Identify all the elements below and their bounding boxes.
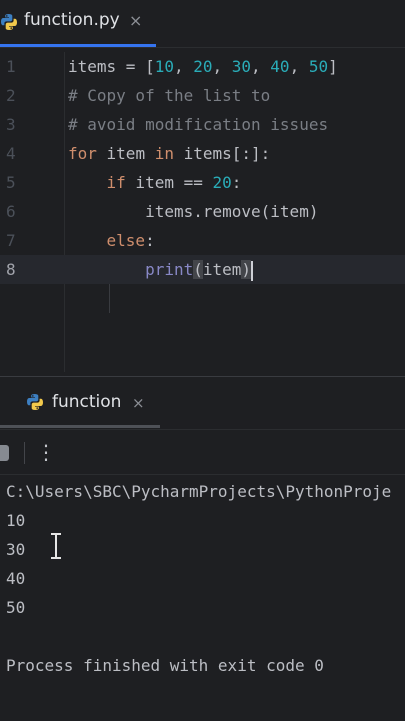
code-editor[interactable]: 1 items = [10, 20, 30, 40, 50] 2 # Copy … xyxy=(0,52,405,372)
close-icon[interactable]: × xyxy=(132,394,145,412)
code-line[interactable]: 1 items = [10, 20, 30, 40, 50] xyxy=(0,52,405,81)
code-text: if item == 20: xyxy=(106,173,242,192)
code-text: print(item) xyxy=(145,260,254,281)
line-number: 2 xyxy=(6,86,16,105)
console-line: 30 xyxy=(6,540,26,559)
text-caret xyxy=(251,260,254,281)
code-text: items.remove(item) xyxy=(145,202,319,221)
code-line-current[interactable]: 8 print(item) xyxy=(0,255,405,284)
console-output[interactable]: C:\Users\SBC\PycharmProjects\PythonProje… xyxy=(0,474,405,721)
console-line: 50 xyxy=(6,598,26,617)
stop-icon[interactable] xyxy=(0,445,9,461)
console-line: 40 xyxy=(6,569,26,588)
run-tab-function[interactable]: function × xyxy=(0,377,160,429)
tab-function-py[interactable]: function.py × xyxy=(0,0,156,48)
line-number: 6 xyxy=(6,202,16,221)
code-text: for item in items[:]: xyxy=(68,144,271,163)
line-number: 8 xyxy=(6,260,16,279)
code-text: else: xyxy=(106,231,155,250)
code-line[interactable]: 6 items.remove(item) xyxy=(0,197,405,226)
code-line[interactable]: 3 # avoid modification issues xyxy=(0,110,405,139)
python-icon xyxy=(26,393,44,415)
line-number: 7 xyxy=(6,231,16,250)
code-text: items = [10, 20, 30, 40, 50] xyxy=(68,57,338,76)
more-vertical-icon[interactable]: ⋮ xyxy=(36,438,56,466)
line-number: 4 xyxy=(6,144,16,163)
text-cursor-icon xyxy=(50,533,62,559)
console-line: Process finished with exit code 0 xyxy=(6,656,324,675)
console-line: C:\Users\SBC\PycharmProjects\PythonProje xyxy=(6,482,392,501)
code-line[interactable]: 7 else: xyxy=(0,226,405,255)
comment-text: # Copy of the list to xyxy=(68,86,271,105)
line-number: 3 xyxy=(6,115,16,134)
code-line[interactable]: 5 if item == 20: xyxy=(0,168,405,197)
console-line: 10 xyxy=(6,511,26,530)
close-icon[interactable]: × xyxy=(129,11,142,30)
line-number: 5 xyxy=(6,173,16,192)
run-tab-title: function xyxy=(52,392,122,412)
active-tab-indicator xyxy=(0,425,160,428)
code-line[interactable]: 2 # Copy of the list to xyxy=(0,81,405,110)
run-tool-window: function × ⋮ C:\Users\SBC\PycharmProject… xyxy=(0,377,405,721)
toolbar-separator xyxy=(24,442,25,464)
tab-bar-divider xyxy=(0,47,405,48)
code-line[interactable]: 4 for item in items[:]: xyxy=(0,139,405,168)
editor-tab-bar: function.py × xyxy=(0,0,405,48)
run-toolbar: ⋮ xyxy=(0,430,405,474)
line-number: 1 xyxy=(6,57,16,76)
python-icon xyxy=(0,13,18,35)
tab-title: function.py xyxy=(24,10,120,30)
comment-text: # avoid modification issues xyxy=(68,115,329,134)
